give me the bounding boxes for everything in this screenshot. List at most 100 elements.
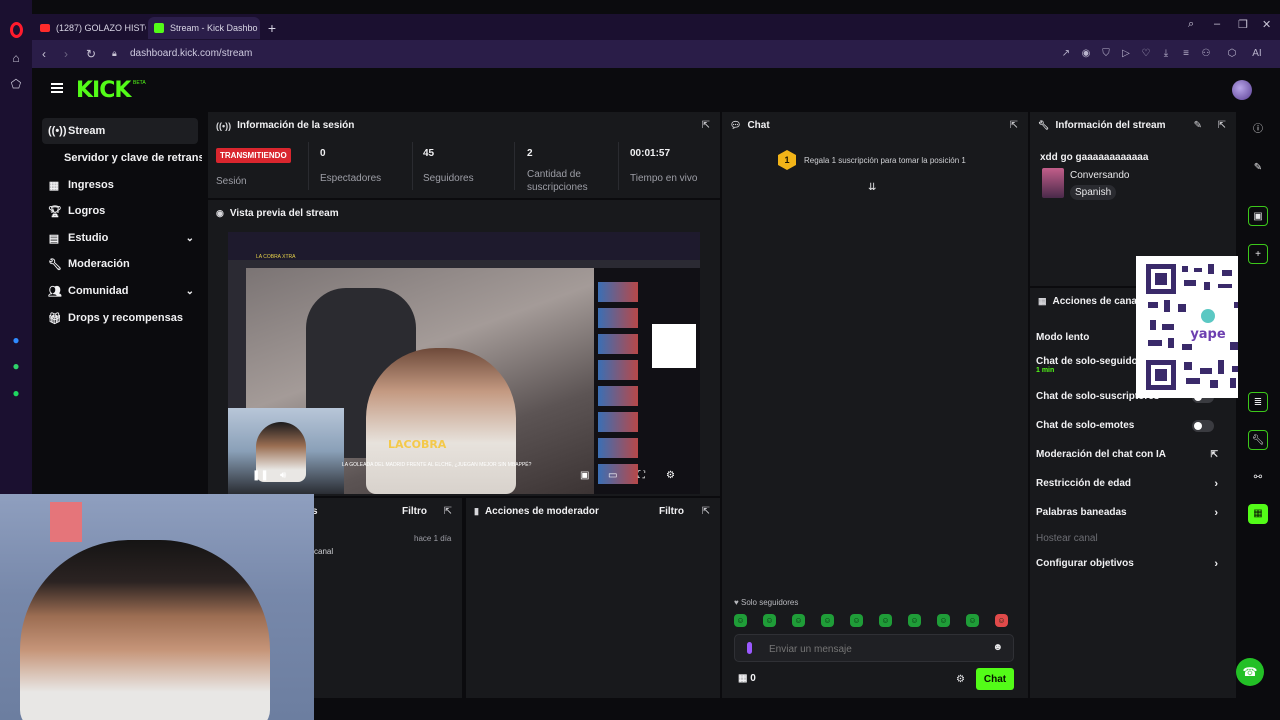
hamburger-menu-icon[interactable]	[51, 83, 63, 93]
studio-icon: ▤	[48, 232, 60, 245]
action-label: Configurar objetivos	[1036, 558, 1134, 569]
tab-bar: (1287) GOLAZO HISTÓRIC Stream - Kick Das…	[32, 14, 1280, 40]
tab-youtube[interactable]: (1287) GOLAZO HISTÓRIC	[34, 17, 146, 39]
popout-icon[interactable]: ⇱	[1218, 120, 1226, 131]
search-tabs-icon[interactable]: ⌕	[1188, 18, 1194, 31]
stat-label: Cantidad de suscripciones	[527, 169, 588, 193]
theater-icon[interactable]: ▭	[608, 470, 617, 481]
extension-icon[interactable]: ⬡	[1226, 48, 1238, 60]
emote-icon[interactable]: ☺	[966, 614, 979, 627]
sidebar-item-stream[interactable]: ((•)) Stream	[42, 118, 198, 144]
camera-icon[interactable]: ◉	[1080, 48, 1092, 60]
sidebar-item-comunidad[interactable]: 👥︎ Comunidad ⌄	[42, 278, 198, 304]
panel-title: ▮ Acciones de moderador	[474, 506, 599, 517]
user-avatar[interactable]	[1232, 80, 1252, 100]
pin-icon[interactable]: ⬠	[8, 76, 24, 92]
emote-icon[interactable]: ☺	[763, 614, 776, 627]
action-label: Modo lento	[1036, 332, 1090, 343]
stream-category[interactable]: Conversando	[1070, 170, 1129, 181]
popout-icon[interactable]: ⇱	[444, 506, 452, 517]
emote-icon[interactable]: ☺	[734, 614, 747, 627]
sidebar-item-drops[interactable]: 🎁︎ Drops y recompensas	[42, 305, 198, 331]
emote-icon[interactable]: ☺	[937, 614, 950, 627]
emote-icon[interactable]: ☺	[792, 614, 805, 627]
shield-icon[interactable]: ⛉	[1100, 48, 1112, 60]
info-icon[interactable]: ⓘ	[1248, 120, 1268, 140]
gift-sub-banner[interactable]: 1 Regala 1 suscripción para tomar la pos…	[778, 150, 966, 170]
close-window-icon[interactable]: ✕	[1262, 18, 1271, 31]
filter-button[interactable]: Filtro	[402, 506, 427, 517]
pause-icon[interactable]: ❚❚	[252, 470, 269, 481]
microphone-icon[interactable]	[747, 642, 752, 654]
minimize-icon[interactable]: –	[1214, 18, 1220, 30]
tab-kick-dashboard[interactable]: Stream - Kick Dashbo	[148, 17, 260, 39]
emote-icon[interactable]: ☺	[850, 614, 863, 627]
reload-icon[interactable]: ↻	[86, 47, 96, 61]
volume-icon[interactable]: 🔊︎	[280, 470, 286, 481]
sidebar-item-moderacion[interactable]: 🔧︎ Moderación	[42, 251, 198, 277]
share-icon[interactable]: ↗	[1060, 48, 1072, 60]
action-age-restriction[interactable]: Restricción de edad ›	[1036, 478, 1226, 490]
kick-logo[interactable]: KICK	[76, 78, 131, 103]
action-ai-moderation[interactable]: Moderación del chat con IA ⇱	[1036, 449, 1226, 460]
settings-icon[interactable]: ⚙	[666, 470, 675, 481]
plus-icon[interactable]: +	[1248, 244, 1268, 264]
stat-value: 0	[320, 148, 326, 159]
pip-icon[interactable]: ▣	[580, 470, 589, 481]
back-icon[interactable]: ‹	[42, 47, 46, 61]
download-icon[interactable]: ⤓	[1160, 48, 1172, 60]
filter-button[interactable]: Filtro	[659, 506, 684, 517]
spotify-icon[interactable]: ●	[8, 385, 24, 401]
preview-title: Vista previa del stream	[229, 208, 339, 219]
stream-preview-video[interactable]: LA COBRA XTRA LACOBRA LA GOLEADA DEL MAD…	[228, 232, 700, 494]
forward-icon[interactable]: ›	[64, 47, 68, 61]
sidebar-item-server-key[interactable]: Servidor y clave de retransmisión	[42, 145, 202, 171]
wrench-icon[interactable]: 🔧︎	[1248, 430, 1268, 450]
emote-icon[interactable]: ☺	[908, 614, 921, 627]
edit-icon[interactable]: ✎	[1194, 120, 1202, 131]
popout-icon[interactable]: ⇱	[702, 120, 710, 131]
share-nodes-icon[interactable]: ⚯	[1248, 468, 1268, 488]
chat-send-button[interactable]: Chat	[976, 668, 1014, 690]
chat-settings-icon[interactable]: ⚙	[956, 674, 965, 685]
maximize-icon[interactable]: ❐	[1238, 18, 1248, 31]
action-banned-words[interactable]: Palabras baneadas ›	[1036, 507, 1226, 519]
edit-icon[interactable]: ✎	[1248, 158, 1268, 178]
emote-icon[interactable]: ☺	[879, 614, 892, 627]
home-icon[interactable]: ⌂	[8, 50, 24, 66]
clip-icon[interactable]: ▦	[1248, 504, 1268, 524]
sidebar-item-ingresos[interactable]: ▦ Ingresos	[42, 172, 198, 198]
emoji-picker-icon[interactable]: ☻	[992, 642, 1003, 653]
action-label: Chat de solo-emotes	[1036, 420, 1135, 431]
emote-icon[interactable]: ☺	[995, 614, 1008, 627]
sidebar-item-label: Stream	[68, 125, 106, 137]
stat-followers: 45 Seguidores	[423, 148, 474, 185]
fullscreen-icon[interactable]: ⛶	[638, 470, 645, 481]
messenger-icon[interactable]: ●	[8, 332, 24, 348]
sidebar-item-logros[interactable]: 🏆︎ Logros	[42, 198, 198, 224]
chevron-down-icon: ⌄	[185, 232, 194, 244]
gift-text: Regala 1 suscripción para tomar la posic…	[804, 155, 966, 165]
stat-value: 00:01:57	[630, 148, 671, 159]
heart-icon[interactable]: ♡	[1140, 48, 1152, 60]
emote-icon[interactable]: ☺	[821, 614, 834, 627]
ai-button[interactable]: AI	[1246, 48, 1268, 60]
chat-scroll-pause-icon[interactable]: ⇊	[868, 182, 876, 193]
stack-icon[interactable]: ≣	[1248, 392, 1268, 412]
new-tab-button[interactable]: +	[264, 20, 280, 36]
url-field[interactable]: dashboard.kick.com/stream	[130, 48, 252, 59]
stat-label: Espectadores	[320, 173, 382, 184]
menu-icon[interactable]: ≡	[1180, 48, 1192, 60]
sidebar-item-estudio[interactable]: ▤ Estudio ⌄	[42, 225, 198, 251]
support-chat-icon[interactable]: ☎	[1236, 658, 1264, 686]
profile-icon[interactable]: ⚇	[1200, 48, 1212, 60]
action-configure-goals[interactable]: Configurar objetivos ›	[1036, 558, 1226, 570]
screen-icon[interactable]: ▣	[1248, 206, 1268, 226]
play-icon[interactable]: ▷	[1120, 48, 1132, 60]
popout-icon[interactable]: ⇱	[1010, 120, 1018, 131]
popout-icon[interactable]: ⇱	[702, 506, 710, 517]
chat-message-input[interactable]	[769, 641, 989, 657]
whatsapp-icon[interactable]: ●	[8, 358, 24, 374]
opera-logo-icon[interactable]	[10, 22, 23, 38]
emotes-only-toggle[interactable]	[1192, 420, 1214, 432]
